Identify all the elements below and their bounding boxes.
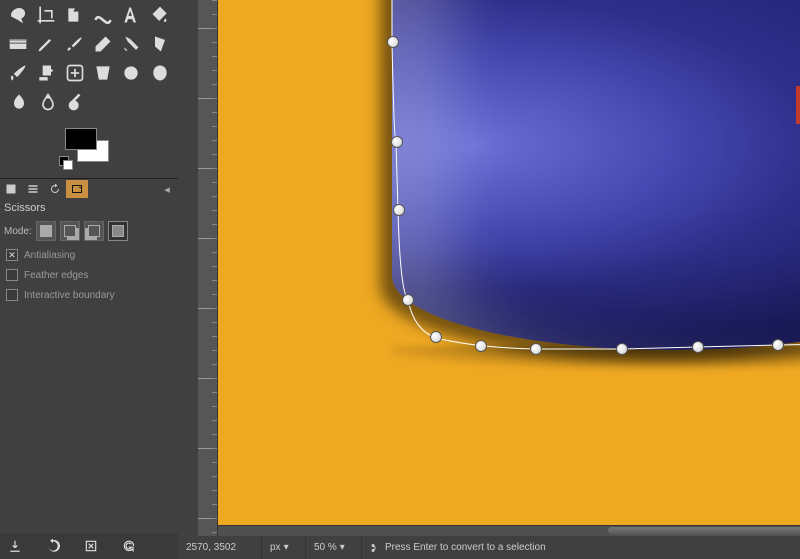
- tab-device-status[interactable]: [22, 180, 44, 198]
- color-selector[interactable]: [59, 120, 119, 170]
- chevron-down-icon: ▾: [340, 542, 345, 553]
- label-interactive-boundary: Interactive boundary: [24, 290, 115, 301]
- status-zoom-selector[interactable]: 50 % ▾: [306, 536, 362, 559]
- save-options-icon[interactable]: [6, 537, 24, 555]
- scissors-node[interactable]: [692, 341, 704, 353]
- tool-ink[interactable]: [146, 29, 174, 58]
- tool-dodge-burn[interactable]: [4, 87, 33, 116]
- tool-free-select[interactable]: [4, 0, 32, 29]
- tool-perspective-clone[interactable]: [89, 58, 117, 87]
- scissors-node[interactable]: [391, 136, 403, 148]
- status-unit-selector[interactable]: px ▾: [262, 536, 306, 559]
- left-panel: ◂ Scissors Mode: Antialiasing Feather ed…: [0, 0, 178, 559]
- mode-replace[interactable]: [36, 221, 56, 241]
- checkbox-interactive-boundary[interactable]: [6, 289, 18, 301]
- tab-menu-icon[interactable]: ◂: [156, 180, 178, 198]
- mode-subtract[interactable]: [84, 221, 104, 241]
- status-bar: 2570, 3502 px ▾ 50 % ▾ Press Enter to co…: [178, 536, 800, 559]
- scissors-node[interactable]: [430, 331, 442, 343]
- scissors-node[interactable]: [402, 294, 414, 306]
- scissors-node[interactable]: [616, 343, 628, 355]
- foreground-color[interactable]: [65, 128, 97, 150]
- tool-clone[interactable]: [32, 58, 60, 87]
- pointer-coords-value: 2570, 3502: [186, 542, 236, 553]
- mode-label: Mode:: [4, 226, 32, 237]
- tool-heal[interactable]: [61, 58, 89, 87]
- tool-warp[interactable]: [89, 0, 117, 29]
- label-feather-edges: Feather edges: [24, 270, 89, 281]
- tool-text[interactable]: [117, 0, 145, 29]
- tool-gradient[interactable]: [4, 29, 32, 58]
- label-antialiasing: Antialiasing: [24, 250, 75, 261]
- status-hint: Press Enter to convert to a selection: [362, 536, 800, 559]
- tool-options-title: Scissors: [0, 199, 178, 217]
- tab-undo-history[interactable]: [44, 180, 66, 198]
- reset-options-icon[interactable]: [120, 537, 138, 555]
- tool-smudge[interactable]: [146, 58, 174, 87]
- tab-images[interactable]: [66, 180, 88, 198]
- scissors-node[interactable]: [393, 204, 405, 216]
- horizontal-scrollbar[interactable]: [218, 525, 800, 536]
- tool-options-tabs: ◂: [0, 179, 178, 199]
- status-pointer-coords: 2570, 3502: [178, 536, 262, 559]
- tool-color-picker[interactable]: [62, 87, 91, 116]
- selection-mode-row: Mode:: [0, 217, 178, 245]
- scrollbar-thumb[interactable]: [608, 527, 800, 535]
- mode-add[interactable]: [60, 221, 80, 241]
- red-edge-strip: [796, 86, 800, 124]
- default-colors-icon[interactable]: [59, 156, 73, 170]
- cup-object: [392, 0, 800, 350]
- scissors-node[interactable]: [530, 343, 542, 355]
- tab-tool-options[interactable]: [0, 180, 22, 198]
- toolbox: [0, 0, 178, 116]
- unit-value: px: [270, 542, 281, 553]
- delete-options-icon[interactable]: [82, 537, 100, 555]
- tool-airbrush[interactable]: [117, 29, 145, 58]
- tool-options-footer: [0, 533, 178, 559]
- cup-ground-shadow: [392, 346, 800, 368]
- tool-paintbrush[interactable]: [61, 29, 89, 58]
- tool-eraser[interactable]: [89, 29, 117, 58]
- canvas-edge-strip: [178, 0, 198, 536]
- checkbox-feather-edges[interactable]: [6, 269, 18, 281]
- tool-mypaint-brush[interactable]: [4, 58, 32, 87]
- mode-intersect[interactable]: [108, 221, 128, 241]
- tool-pencil[interactable]: [32, 29, 60, 58]
- zoom-value: 50 %: [314, 542, 337, 553]
- tool-rotate[interactable]: [61, 0, 89, 29]
- tool-bucket-fill[interactable]: [146, 0, 174, 29]
- scissors-node[interactable]: [475, 340, 487, 352]
- image-canvas[interactable]: [218, 0, 800, 525]
- restore-options-icon[interactable]: [44, 537, 62, 555]
- scissors-node[interactable]: [387, 36, 399, 48]
- canvas-area: [178, 0, 800, 536]
- tool-crop[interactable]: [32, 0, 60, 29]
- swap-colors-icon[interactable]: [109, 120, 119, 130]
- scissors-icon: [370, 542, 382, 554]
- tool-blur[interactable]: [117, 58, 145, 87]
- chevron-down-icon: ▾: [284, 542, 289, 553]
- scissors-node[interactable]: [772, 339, 784, 351]
- status-hint-text: Press Enter to convert to a selection: [385, 542, 546, 553]
- checkbox-antialiasing[interactable]: [6, 249, 18, 261]
- ruler-vertical[interactable]: [198, 0, 218, 536]
- tool-paths[interactable]: [33, 87, 62, 116]
